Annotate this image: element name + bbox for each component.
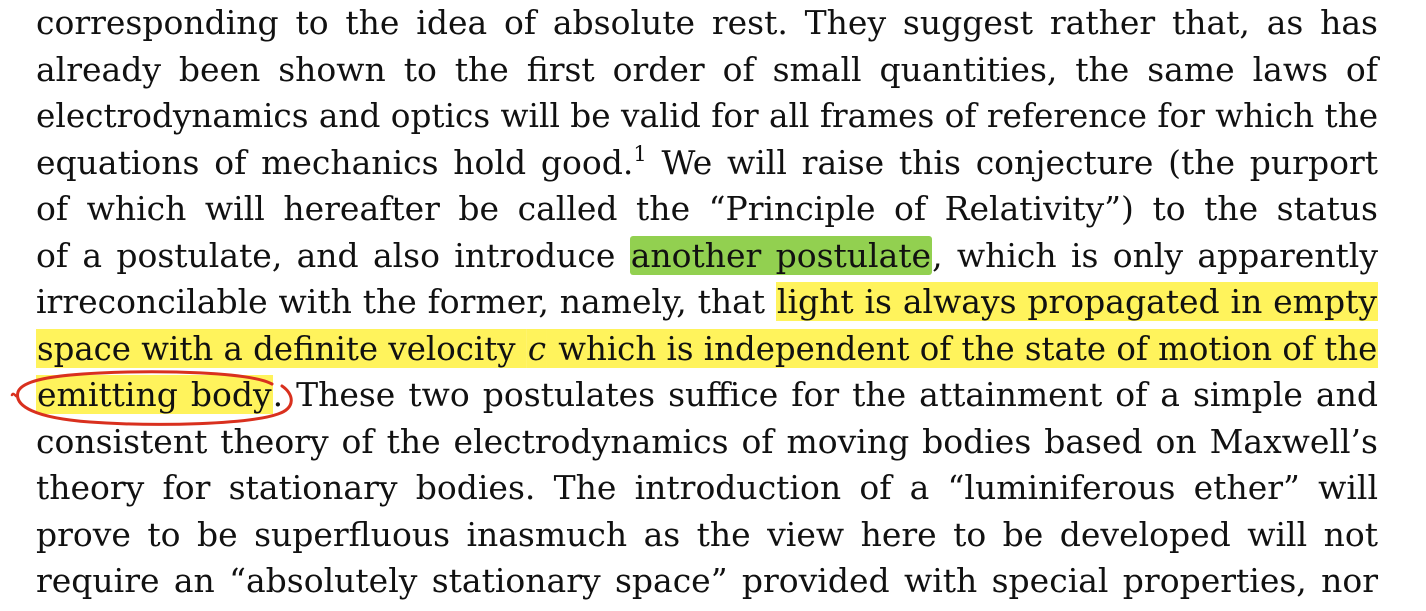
document-page: corresponding to the idea of absolute re…: [0, 0, 1426, 611]
text-line: of a postulate, and also introduce anoth…: [36, 233, 1378, 279]
text-line: consistent theory of the electrodynamics…: [36, 419, 1378, 465]
text-segment: electrodynamics and optics will be valid…: [36, 96, 1379, 135]
text-segment: , which is only apparently: [932, 235, 1378, 275]
yellow-highlight-variable: c: [526, 328, 547, 368]
green-highlight-text: another postulate: [629, 235, 933, 275]
text-line: emitting body. These two postulates suff…: [36, 372, 1378, 418]
text-segment: consistent theory of the electrodynamics…: [36, 421, 1378, 461]
text-segment: irreconcilable with the former, namely, …: [36, 282, 776, 321]
text-line: irreconcilable with the former, namely, …: [36, 279, 1379, 325]
footnote-marker: 1: [633, 141, 647, 166]
text-segment: We will raise this conjecture (the purpo…: [646, 142, 1378, 182]
text-line: corresponding to the idea of absolute re…: [36, 0, 1378, 46]
text-segment: prove to be superfluous inasmuch as the …: [36, 514, 1378, 554]
text-line: require an “absolutely stationary space”…: [36, 558, 1378, 604]
yellow-highlight-text: emitting body: [36, 375, 273, 414]
text-segment: theory for stationary bodies. The introd…: [36, 468, 1378, 507]
text-segment: corresponding to the idea of absolute re…: [36, 3, 1378, 42]
text-segment: require an “absolutely stationary space”…: [36, 561, 1378, 600]
text-line: space with a definite velocity c which i…: [36, 326, 1379, 372]
text-segment: of which will hereafter be called the “P…: [36, 189, 1378, 228]
text-segment: equations of mechanics hold good.: [36, 142, 634, 182]
text-segment: . These two postulates suffice for the a…: [272, 375, 1378, 414]
yellow-highlight-text: space with a definite velocity: [36, 328, 527, 368]
text-line: already been shown to the first order of…: [36, 47, 1378, 93]
text-segment: of a postulate, and also introduce: [36, 235, 630, 275]
text-line: theory for stationary bodies. The introd…: [36, 465, 1378, 511]
text-line: electrodynamics and optics will be valid…: [36, 93, 1378, 139]
yellow-highlight-text: light is always propagated in empty: [775, 282, 1379, 321]
yellow-highlight-text: which is independent of the state of mot…: [546, 328, 1379, 368]
text-line: of which will hereafter be called the “P…: [36, 186, 1378, 232]
text-line: equations of mechanics hold good.1 We wi…: [36, 140, 1378, 186]
text-segment: already been shown to the first order of…: [36, 49, 1378, 89]
text-line: prove to be superfluous inasmuch as the …: [36, 512, 1378, 558]
